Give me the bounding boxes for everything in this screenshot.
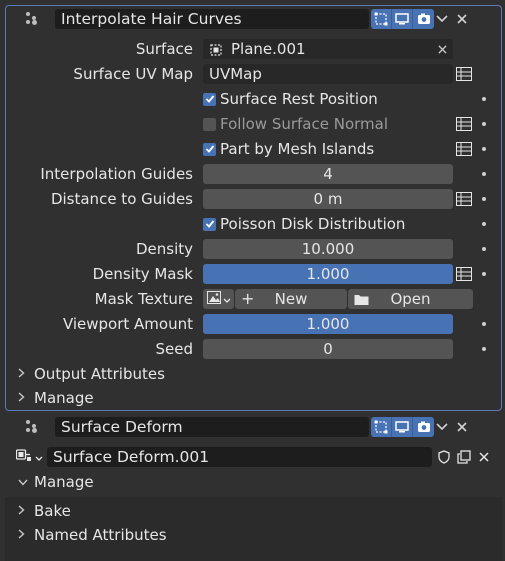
modifier-name-field[interactable]: Interpolate Hair Curves: [55, 9, 369, 29]
keyframe-dot-icon[interactable]: [482, 322, 486, 326]
distance-label: Distance to Guides: [50, 190, 193, 208]
attribute-toggle-icon[interactable]: [455, 114, 473, 134]
modifier-visibility-toggles: [371, 9, 434, 29]
close-icon[interactable]: [454, 9, 470, 29]
bake-label: Bake: [34, 502, 71, 520]
keyframe-dot-icon[interactable]: [482, 272, 486, 276]
surface-field[interactable]: Plane.001: [203, 39, 453, 59]
poisson-label: Poisson Disk Distribution: [220, 215, 406, 233]
checkbox-empty-icon: [203, 117, 216, 131]
follow-normal-checkbox[interactable]: Follow Surface Normal: [203, 114, 388, 134]
output-attributes-label: Output Attributes: [34, 365, 165, 383]
camera-icon[interactable]: [413, 417, 434, 437]
chevron-right-icon: [18, 504, 30, 518]
keyframe-dot-icon[interactable]: [482, 172, 486, 176]
surface-rest-label: Surface Rest Position: [220, 90, 378, 108]
chevron-down-icon: [18, 476, 30, 489]
surface-uv-label: Surface UV Map: [73, 65, 193, 83]
keyframe-dot-icon[interactable]: [482, 122, 486, 126]
chevron-right-icon: [18, 391, 30, 405]
keyframe-dot-icon[interactable]: [482, 147, 486, 151]
manage-subpanel[interactable]: Manage: [18, 386, 94, 410]
attribute-toggle-icon[interactable]: [455, 139, 473, 159]
viewport-amount-slider[interactable]: 1.000: [203, 314, 453, 334]
open-texture-button[interactable]: Open: [348, 289, 473, 309]
surface-rest-checkbox[interactable]: Surface Rest Position: [203, 89, 378, 109]
density-label: Density: [135, 240, 193, 258]
chevron-down-icon: [35, 448, 43, 466]
chevron-right-icon: [18, 367, 30, 381]
unlink-close-icon[interactable]: [474, 447, 494, 467]
fake-user-shield-icon[interactable]: [434, 447, 454, 467]
density-mask-label: Density Mask: [92, 265, 193, 283]
open-label: Open: [390, 290, 431, 308]
poisson-checkbox[interactable]: Poisson Disk Distribution: [203, 214, 405, 234]
part-islands-checkbox[interactable]: Part by Mesh Islands: [203, 139, 374, 159]
attribute-toggle-icon[interactable]: [455, 264, 473, 284]
monitor-icon[interactable]: [392, 417, 413, 437]
duplicate-icon[interactable]: [454, 447, 474, 467]
node-group-browse-button[interactable]: [15, 447, 46, 467]
keyframe-dot-icon[interactable]: [482, 247, 486, 251]
checkmark-icon: [203, 217, 216, 231]
follow-normal-label: Follow Surface Normal: [220, 115, 389, 133]
node-group-name-field[interactable]: Surface Deform.001: [47, 447, 432, 467]
chevron-down-icon: [223, 290, 231, 308]
keyframe-dot-icon[interactable]: [482, 97, 486, 101]
part-islands-label: Part by Mesh Islands: [220, 140, 375, 158]
folder-icon: [354, 292, 369, 310]
manage-label: Manage: [34, 473, 94, 491]
clear-icon[interactable]: [438, 39, 447, 59]
bake-subpanel[interactable]: Bake: [18, 499, 71, 523]
output-attributes-subpanel[interactable]: Output Attributes: [18, 362, 165, 386]
checkmark-icon: [203, 92, 216, 106]
interp-guides-label: Interpolation Guides: [40, 165, 193, 183]
mesh-object-icon: [209, 42, 223, 56]
seed-field[interactable]: 0: [203, 339, 453, 359]
monitor-icon[interactable]: [392, 9, 413, 29]
new-label: New: [274, 290, 308, 308]
node-tree-icon: [15, 448, 32, 466]
image-icon: [206, 290, 221, 308]
attribute-toggle-icon[interactable]: [455, 64, 473, 84]
new-texture-button[interactable]: + New: [235, 289, 347, 309]
distance-field[interactable]: 0 m: [203, 189, 453, 209]
surface-label: Surface: [135, 40, 193, 58]
interp-guides-field[interactable]: 4: [203, 164, 453, 184]
chevron-down-icon[interactable]: [434, 417, 450, 437]
camera-icon[interactable]: [413, 9, 434, 29]
seed-label: Seed: [155, 340, 194, 358]
surface-value: Plane.001: [231, 40, 306, 58]
edit-mode-icon[interactable]: [371, 417, 392, 437]
named-attributes-label: Named Attributes: [34, 526, 167, 544]
mask-texture-label: Mask Texture: [94, 290, 193, 308]
plus-icon: +: [241, 289, 255, 308]
manage-subpanel-expanded[interactable]: Manage: [18, 470, 94, 494]
named-attributes-subpanel[interactable]: Named Attributes: [18, 523, 167, 547]
attribute-toggle-icon[interactable]: [455, 189, 473, 209]
checkmark-icon: [203, 142, 216, 156]
close-icon[interactable]: [454, 417, 470, 437]
manage-label: Manage: [34, 389, 94, 407]
chevron-down-icon[interactable]: [434, 9, 450, 29]
drag-dots-icon[interactable]: [26, 420, 40, 433]
edit-mode-icon[interactable]: [371, 9, 392, 29]
viewport-amount-label: Viewport Amount: [62, 315, 193, 333]
keyframe-dot-icon[interactable]: [482, 222, 486, 226]
chevron-right-icon: [18, 528, 30, 542]
drag-dots-icon[interactable]: [26, 12, 40, 25]
modifier-visibility-toggles: [371, 417, 434, 437]
surface-uv-field[interactable]: UVMap: [203, 64, 453, 84]
keyframe-dot-icon[interactable]: [482, 197, 486, 201]
density-field[interactable]: 10.000: [203, 239, 453, 259]
modifier-name-field[interactable]: Surface Deform: [55, 417, 369, 437]
keyframe-dot-icon[interactable]: [482, 347, 486, 351]
texture-browse-button[interactable]: [203, 289, 234, 309]
density-mask-slider[interactable]: 1.000: [203, 264, 453, 284]
